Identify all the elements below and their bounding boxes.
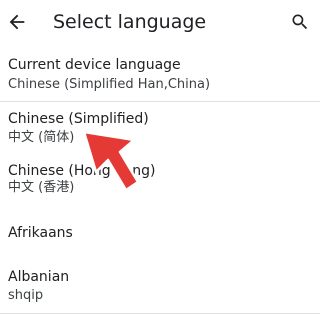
language-name: Chinese (Simplified)	[8, 111, 149, 127]
arrow-back-icon	[9, 14, 25, 30]
current-language-label: Current device language	[8, 57, 181, 73]
language-name: Chinese (Hong Kong)	[8, 163, 156, 179]
back-button[interactable]	[6, 11, 28, 33]
language-item-chinese-simplified[interactable]: Chinese (Simplified) 中文 (简体)	[0, 102, 320, 154]
divider	[0, 313, 320, 314]
language-native-name: 中文 (简体)	[8, 130, 75, 145]
language-name: Afrikaans	[8, 225, 73, 241]
language-native-name: shqip	[8, 288, 44, 303]
language-name: Albanian	[8, 269, 70, 285]
language-item-chinese-hong-kong[interactable]: Chinese (Hong Kong) 中文 (香港)	[0, 154, 320, 204]
language-native-name: 中文 (香港)	[8, 180, 75, 195]
language-item-albanian[interactable]: Albanian shqip	[0, 262, 320, 315]
search-icon	[292, 14, 308, 30]
app-bar: Select language	[0, 0, 320, 46]
current-language-section: Current device language Chinese (Simplif…	[8, 57, 320, 93]
search-button[interactable]	[290, 12, 310, 32]
current-language-value: Chinese (Simplified Han,China)	[8, 77, 211, 92]
language-item-afrikaans[interactable]: Afrikaans	[0, 204, 320, 260]
page-title: Select language	[53, 11, 207, 33]
